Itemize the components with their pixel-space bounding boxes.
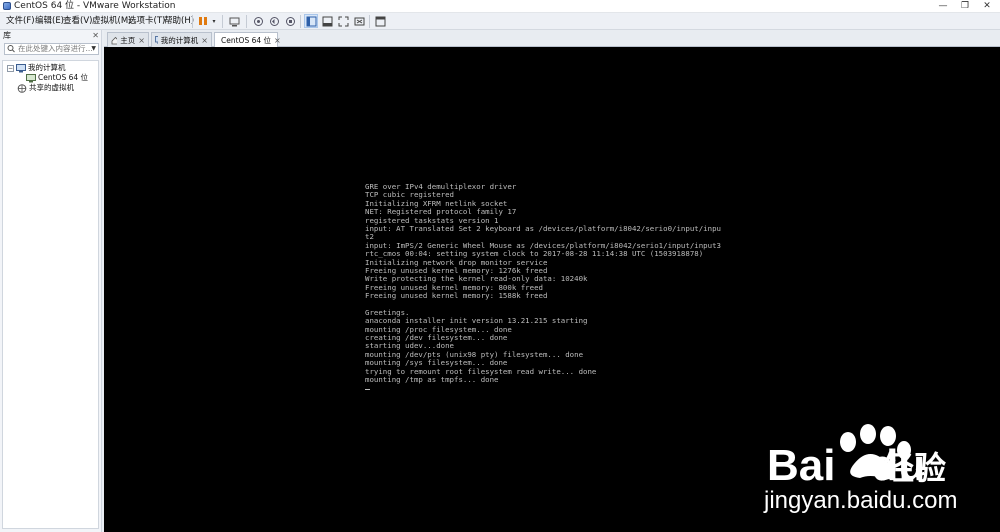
console-line: Freeing unused kernel memory: 1588k free…: [365, 291, 548, 301]
tree-item-my-computer[interactable]: − 我的计算机: [7, 63, 66, 73]
search-dropdown-icon[interactable]: ▼: [91, 44, 96, 54]
pause-icon[interactable]: [196, 14, 210, 28]
tree-collapse-icon[interactable]: −: [7, 64, 14, 72]
console-line: mounting /tmp as tmpfs... done: [365, 374, 499, 384]
toolbar-separator: [246, 15, 247, 28]
tab-label: 我的计算机: [160, 35, 199, 45]
computer-icon: [155, 35, 158, 44]
unity-icon[interactable]: [352, 14, 366, 28]
shared-vm-icon: [17, 83, 27, 93]
thumbnail-view-icon[interactable]: [320, 14, 334, 28]
window-title: CentOS 64 位 - VMware Workstation: [14, 1, 176, 11]
revert-snapshot-icon[interactable]: [267, 14, 281, 28]
library-panel: 库 ✕ 在此处键入内容进行... ▼ − 我的计算机 CentOS 64 位 共…: [0, 30, 102, 532]
menu-view[interactable]: 查看(V): [63, 13, 92, 29]
library-view-icon[interactable]: [304, 14, 318, 28]
tree-label-shared-vms: 共享的虚拟机: [29, 83, 74, 92]
vm-icon: [26, 73, 36, 82]
console-output: GRE over IPv4 demultiplexor driver TCP cu…: [365, 182, 721, 384]
console-line: input: AT Translated Set 2 keyboard as /…: [365, 223, 721, 233]
search-placeholder: 在此处键入内容进行...: [18, 44, 93, 53]
computer-icon: [16, 63, 26, 72]
console-view-icon[interactable]: [373, 14, 387, 28]
toolbar-separator: [369, 15, 370, 28]
jingyan-cn-text: 经验: [882, 450, 947, 486]
tab-label: 主页: [120, 35, 136, 45]
tree-item-shared-vms[interactable]: 共享的虚拟机: [17, 83, 74, 93]
toolbar-separator: [300, 15, 301, 28]
library-tree: − 我的计算机 CentOS 64 位 共享的虚拟机: [2, 60, 99, 529]
library-close-icon[interactable]: ✕: [92, 30, 99, 41]
vmware-app-icon: [3, 2, 11, 10]
tab-my-computer[interactable]: 我的计算机 ×: [151, 32, 212, 47]
title-bar: CentOS 64 位 - VMware Workstation — ❐ ✕: [0, 0, 1000, 13]
library-title: 库: [3, 31, 11, 40]
menu-vm[interactable]: 虚拟机(M): [92, 13, 131, 29]
library-search-input[interactable]: 在此处键入内容进行... ▼: [4, 43, 99, 55]
console-cursor: [365, 389, 370, 390]
menu-help[interactable]: 帮助(H): [164, 13, 194, 29]
close-button[interactable]: ✕: [974, 0, 1000, 12]
tab-close-icon[interactable]: ×: [138, 36, 145, 45]
search-icon: [7, 44, 15, 55]
toolbar-separator: [192, 15, 193, 28]
tab-home[interactable]: 主页 ×: [107, 32, 149, 47]
home-icon: [111, 36, 118, 44]
tree-item-centos-vm[interactable]: CentOS 64 位: [26, 73, 88, 83]
tree-label-my-computer: 我的计算机: [28, 63, 66, 72]
manage-snapshots-icon[interactable]: [283, 14, 297, 28]
snapshot-icon[interactable]: [251, 14, 265, 28]
menu-file[interactable]: 文件(F): [6, 13, 35, 29]
tab-bar: 主页 × 我的计算机 × CentOS 64 位 ×: [104, 30, 1000, 48]
fullscreen-icon[interactable]: [336, 14, 350, 28]
send-ctrl-alt-del-icon[interactable]: [227, 14, 241, 28]
menu-edit[interactable]: 编辑(E): [35, 13, 64, 29]
tree-label-centos-vm: CentOS 64 位: [38, 73, 89, 82]
jingyan-url-text: jingyan.baidu.com: [764, 487, 958, 514]
tab-centos-vm[interactable]: CentOS 64 位 ×: [214, 32, 281, 48]
menu-bar: 文件(F) 编辑(E) 查看(V) 虚拟机(M) 选项卡(T) 帮助(H): [0, 13, 1000, 30]
pause-dropdown-icon[interactable]: ▾: [210, 14, 218, 28]
tab-close-icon[interactable]: ×: [201, 36, 208, 45]
toolbar-separator: [222, 15, 223, 28]
tab-label: CentOS 64 位: [221, 36, 272, 45]
tab-close-icon[interactable]: ×: [274, 36, 281, 45]
menu-tabs[interactable]: 选项卡(T): [128, 13, 165, 29]
vm-console[interactable]: GRE over IPv4 demultiplexor driver TCP cu…: [104, 47, 1000, 532]
